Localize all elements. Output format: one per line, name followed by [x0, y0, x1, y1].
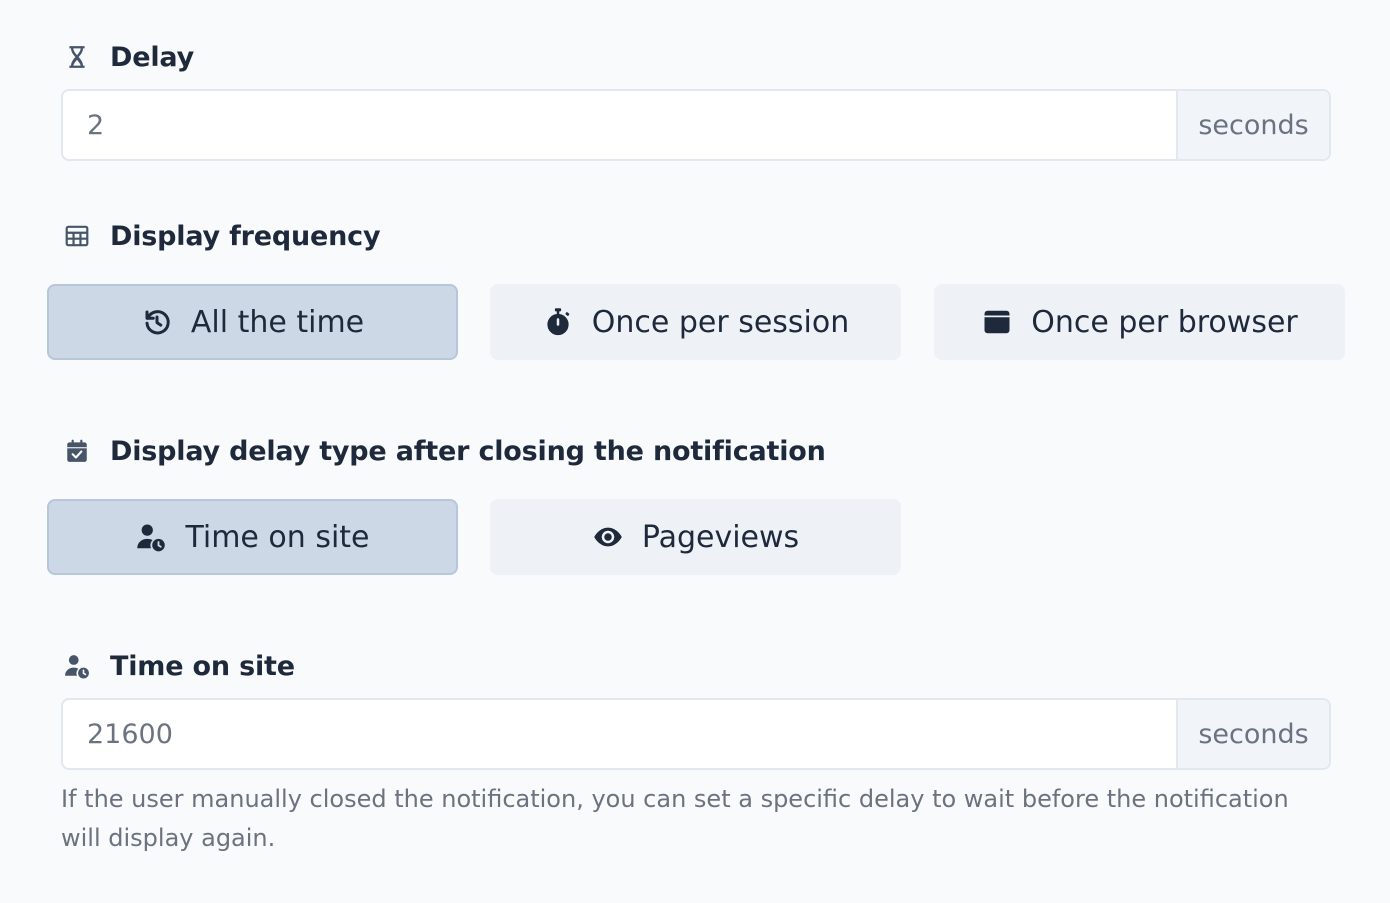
table-icon [62, 221, 92, 251]
frequency-option-label: All the time [190, 304, 365, 340]
user-clock-icon [62, 651, 92, 681]
browser-window-icon [981, 306, 1013, 338]
time-on-site-input-group: seconds [61, 698, 1331, 770]
delay-type-option-time-on-site[interactable]: Time on site [47, 499, 458, 575]
time-on-site-input[interactable] [63, 700, 1176, 768]
calendar-check-icon [62, 436, 92, 466]
frequency-option-once-per-browser[interactable]: Once per browser [934, 284, 1345, 360]
display-frequency-label: Display frequency [110, 220, 381, 252]
time-on-site-label: Time on site [110, 650, 295, 682]
history-icon [141, 306, 173, 338]
delay-type-option-label: Time on site [185, 519, 370, 555]
delay-type-option-label: Pageviews [641, 519, 800, 555]
time-on-site-label-row: Time on site [62, 646, 295, 686]
frequency-option-once-per-session[interactable]: Once per session [490, 284, 901, 360]
delay-type-label-row: Display delay type after closing the not… [62, 431, 826, 471]
delay-label-row: Delay [62, 37, 194, 77]
time-on-site-help-text: If the user manually closed the notifica… [61, 785, 1289, 852]
frequency-option-label: Once per browser [1031, 304, 1298, 340]
stopwatch-icon [542, 306, 574, 338]
delay-type-label: Display delay type after closing the not… [110, 435, 826, 467]
delay-unit-addon: seconds [1176, 91, 1329, 159]
delay-type-option-pageviews[interactable]: Pageviews [490, 499, 901, 575]
delay-label: Delay [110, 41, 194, 73]
user-clock-icon [135, 521, 167, 553]
display-frequency-label-row: Display frequency [62, 216, 381, 256]
hourglass-icon [62, 42, 92, 72]
delay-input-group: seconds [61, 89, 1331, 161]
time-on-site-unit-addon: seconds [1176, 700, 1329, 768]
eye-icon [592, 521, 624, 553]
frequency-option-label: Once per session [591, 304, 850, 340]
frequency-option-all-the-time[interactable]: All the time [47, 284, 458, 360]
delay-input[interactable] [63, 91, 1176, 159]
